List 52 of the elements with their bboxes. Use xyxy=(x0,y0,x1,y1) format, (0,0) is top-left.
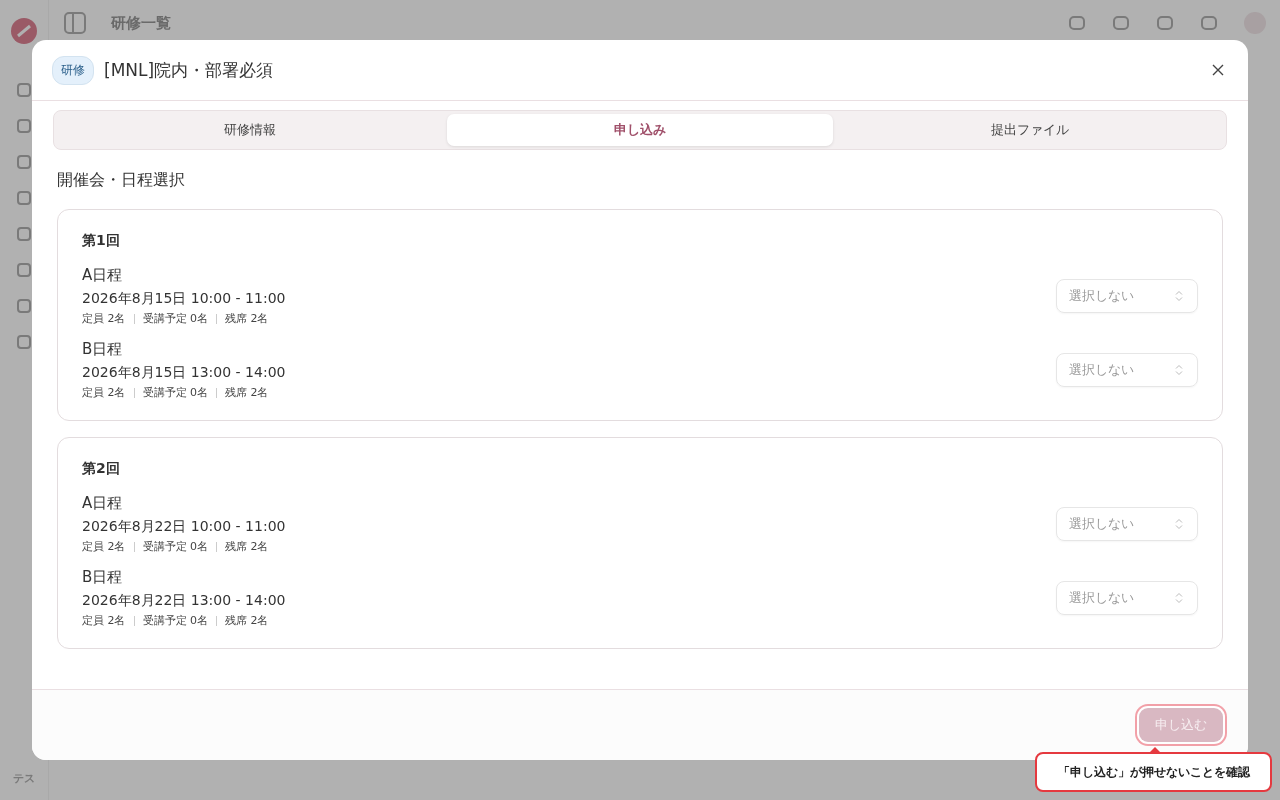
schedule-select[interactable]: 選択しない xyxy=(1056,507,1198,541)
sidebar-nav-icon[interactable] xyxy=(16,154,32,170)
planned-text: 受講予定 0名 xyxy=(142,311,208,326)
capacity-text: 定員 2名 xyxy=(82,613,126,628)
session-title: 第1回 xyxy=(82,232,121,250)
schedule-name: B日程 xyxy=(82,340,124,359)
remaining-text: 残席 2名 xyxy=(225,613,269,628)
chevron-updown-icon xyxy=(1175,592,1183,604)
tab[interactable]: 申し込み xyxy=(447,114,833,146)
schedule-select[interactable]: 選択しない xyxy=(1056,353,1198,387)
planned-text: 受講予定 0名 xyxy=(142,539,208,554)
capacity-text: 定員 2名 xyxy=(82,539,126,554)
remaining-text: 残席 2名 xyxy=(225,385,269,400)
sidebar-nav-icon[interactable] xyxy=(16,190,32,206)
remaining-text: 残席 2名 xyxy=(225,311,269,326)
tab[interactable]: 提出ファイル xyxy=(837,114,1223,146)
schedule-datetime: 2026年8月22日 13:00 - 14:00 xyxy=(82,592,287,610)
planned-text: 受講予定 0名 xyxy=(142,385,208,400)
schedule-datetime: 2026年8月15日 13:00 - 14:00 xyxy=(82,364,287,382)
schedule-select[interactable]: 選択しない xyxy=(1056,581,1198,615)
chevron-updown-icon xyxy=(1175,518,1183,530)
sidebar-nav-icon[interactable] xyxy=(16,298,32,314)
sidebar-toggle-icon[interactable] xyxy=(63,11,87,35)
category-badge: 研修 xyxy=(52,55,94,85)
schedule-name: A日程 xyxy=(82,494,124,513)
chevron-updown-icon xyxy=(1175,290,1183,302)
capacity-text: 定員 2名 xyxy=(82,311,126,326)
schedule-name: A日程 xyxy=(82,266,124,285)
toolbar-icon[interactable] xyxy=(1112,14,1130,32)
section-title: 開催会・日程選択 xyxy=(57,170,186,191)
sidebar-nav-icon[interactable] xyxy=(16,118,32,134)
session-title: 第2回 xyxy=(82,460,121,478)
schedule-datetime: 2026年8月15日 10:00 - 11:00 xyxy=(82,290,287,308)
capacity-text: 定員 2名 xyxy=(82,385,126,400)
callout-pointer xyxy=(1149,747,1161,753)
sidebar-nav-icon[interactable] xyxy=(16,334,32,350)
schedule-name: B日程 xyxy=(82,568,124,587)
toolbar-icon[interactable] xyxy=(1200,14,1218,32)
page-title: 研修一覧 xyxy=(111,13,171,33)
schedule-datetime: 2026年8月22日 10:00 - 11:00 xyxy=(82,518,287,536)
remaining-text: 残席 2名 xyxy=(225,539,269,554)
tab[interactable]: 研修情報 xyxy=(57,114,443,146)
chevron-updown-icon xyxy=(1175,364,1183,376)
planned-text: 受講予定 0名 xyxy=(142,613,208,628)
sidebar-nav-icon[interactable] xyxy=(16,82,32,98)
logo-icon xyxy=(9,16,39,46)
toolbar-icon[interactable] xyxy=(1068,14,1086,32)
sidebar-nav-icon[interactable] xyxy=(16,226,32,242)
toolbar-icon[interactable] xyxy=(1156,14,1174,32)
dialog-title: [MNL]院内・部署必須 xyxy=(104,58,274,82)
schedule-select[interactable]: 選択しない xyxy=(1056,279,1198,313)
sidebar-nav-icon[interactable] xyxy=(16,262,32,278)
